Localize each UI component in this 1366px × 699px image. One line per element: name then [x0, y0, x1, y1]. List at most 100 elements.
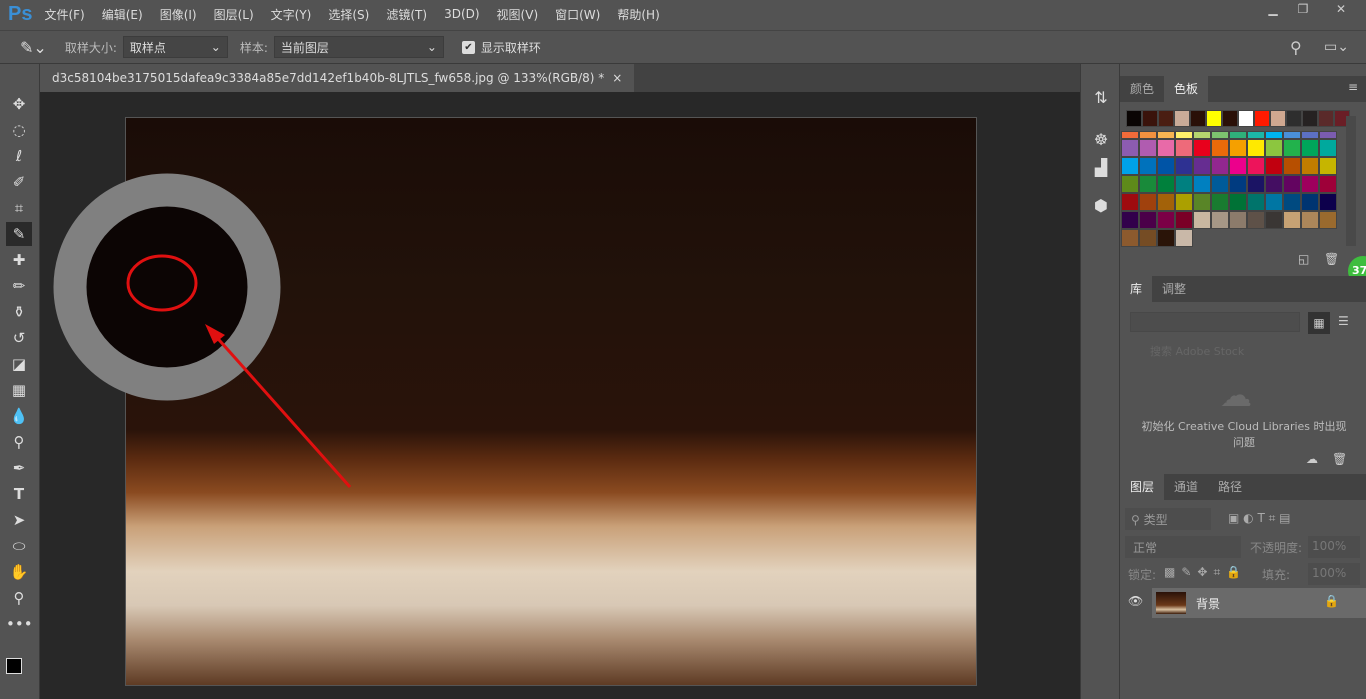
color-swatch[interactable]: [1283, 131, 1301, 139]
color-swatch[interactable]: [1229, 131, 1247, 139]
color-swatch[interactable]: [1193, 175, 1211, 193]
color-swatch[interactable]: [1265, 157, 1283, 175]
tab-paths[interactable]: 路径: [1208, 474, 1252, 500]
tab-adjustments[interactable]: 调整: [1152, 276, 1196, 302]
color-swatch[interactable]: [1270, 110, 1286, 127]
tab-swatches[interactable]: 色板: [1164, 76, 1209, 102]
color-swatch[interactable]: [1229, 139, 1247, 157]
lock-icons[interactable]: ▩✎✥⌗🔒: [1164, 565, 1247, 580]
color-swatch[interactable]: [1301, 139, 1319, 157]
color-swatch[interactable]: [1301, 157, 1319, 175]
gradient-tool-icon[interactable]: ▦: [6, 378, 32, 402]
color-swatch[interactable]: [1139, 175, 1157, 193]
color-swatch[interactable]: [1206, 110, 1222, 127]
color-swatch[interactable]: [1254, 110, 1270, 127]
close-window-icon[interactable]: ✕: [1330, 2, 1352, 18]
color-swatch[interactable]: [1319, 157, 1337, 175]
color-swatch[interactable]: [1283, 157, 1301, 175]
color-swatch[interactable]: [1265, 193, 1283, 211]
color-swatch[interactable]: [1301, 131, 1319, 139]
3d-icon[interactable]: ⬢: [1089, 194, 1113, 218]
delete-swatch-icon[interactable]: 🗑: [1324, 252, 1339, 266]
color-swatch[interactable]: [1175, 175, 1193, 193]
menu-layer[interactable]: 图层(L): [214, 6, 254, 23]
path-select-tool-icon[interactable]: ➤: [6, 508, 32, 532]
color-swatch[interactable]: [1238, 110, 1254, 127]
crop-tool-icon[interactable]: ⌗: [6, 196, 32, 220]
eyedropper-preset-icon[interactable]: ✎⌄: [20, 38, 47, 57]
blend-mode-select[interactable]: 正常: [1125, 536, 1241, 558]
color-swatch[interactable]: [1121, 175, 1139, 193]
list-view-icon[interactable]: ☰: [1338, 314, 1349, 328]
color-swatch[interactable]: [1283, 193, 1301, 211]
color-swatch[interactable]: [1175, 211, 1193, 229]
menu-filter[interactable]: 滤镜(T): [386, 6, 427, 23]
color-swatch[interactable]: [1247, 157, 1265, 175]
color-swatch[interactable]: [1193, 131, 1211, 139]
color-swatch[interactable]: [1157, 157, 1175, 175]
color-swatch[interactable]: [1157, 193, 1175, 211]
opacity-input[interactable]: 100%: [1308, 536, 1360, 558]
brush-tool-icon[interactable]: ✏: [6, 274, 32, 298]
minimize-icon[interactable]: ▁: [1262, 2, 1284, 18]
color-swatch[interactable]: [1265, 175, 1283, 193]
color-swatch[interactable]: [1126, 110, 1142, 127]
stock-search-input[interactable]: 搜索 Adobe Stock: [1150, 343, 1244, 359]
color-swatch[interactable]: [1193, 193, 1211, 211]
color-swatch[interactable]: [1121, 193, 1139, 211]
color-swatch[interactable]: [1247, 175, 1265, 193]
filter-pixel-icon[interactable]: ▣ ◐ T ⌗ ▤: [1228, 511, 1291, 526]
eyedropper-tool-icon[interactable]: ✎: [6, 222, 32, 246]
color-swatch[interactable]: [1229, 211, 1247, 229]
color-swatch[interactable]: [1222, 110, 1238, 127]
color-swatch[interactable]: [1175, 139, 1193, 157]
color-swatch[interactable]: [1121, 229, 1139, 247]
quick-select-tool-icon[interactable]: ✐: [6, 170, 32, 194]
color-swatch[interactable]: [1211, 193, 1229, 211]
history-brush-tool-icon[interactable]: ↺: [6, 326, 32, 350]
color-swatch[interactable]: [1139, 139, 1157, 157]
document-tab[interactable]: d3c58104be3175015dafea9c3384a85e7dd142ef…: [40, 64, 635, 92]
color-swatch[interactable]: [1157, 131, 1175, 139]
color-swatch[interactable]: [1229, 193, 1247, 211]
color-swatch[interactable]: [1283, 139, 1301, 157]
color-swatch[interactable]: [1193, 211, 1211, 229]
color-swatch[interactable]: [1139, 229, 1157, 247]
menu-select[interactable]: 选择(S): [328, 6, 369, 23]
workspace-icon[interactable]: ▭⌄: [1324, 39, 1349, 55]
color-swatch[interactable]: [1265, 211, 1283, 229]
hand-tool-icon[interactable]: ✋: [6, 560, 32, 584]
lasso-tool-icon[interactable]: ℓ: [6, 144, 32, 168]
color-swatch[interactable]: [1211, 211, 1229, 229]
sample-size-select[interactable]: 取样点 ⌄: [122, 36, 228, 58]
show-ring-checkbox[interactable]: ✔: [461, 40, 475, 54]
color-swatch[interactable]: [1265, 139, 1283, 157]
type-tool-icon[interactable]: T: [6, 482, 32, 506]
more-tools-icon[interactable]: •••: [6, 612, 33, 636]
tab-color[interactable]: 颜色: [1120, 76, 1164, 102]
color-swatch[interactable]: [1301, 175, 1319, 193]
color-swatch[interactable]: [1229, 175, 1247, 193]
menu-type[interactable]: 文字(Y): [271, 6, 312, 23]
color-swatch[interactable]: [1121, 157, 1139, 175]
dodge-tool-icon[interactable]: ⚲: [6, 430, 32, 454]
color-swatch[interactable]: [1175, 229, 1193, 247]
fill-input[interactable]: 100%: [1308, 563, 1360, 585]
ellipse-tool-icon[interactable]: ⬭: [6, 534, 32, 558]
color-swatch[interactable]: [1283, 175, 1301, 193]
color-swatch[interactable]: [1319, 175, 1337, 193]
delete-icon[interactable]: 🗑: [1332, 452, 1347, 466]
blur-tool-icon[interactable]: 💧: [6, 404, 32, 428]
color-swatch[interactable]: [1121, 131, 1139, 139]
color-swatch[interactable]: [1247, 211, 1265, 229]
library-select[interactable]: [1130, 312, 1300, 332]
zoom-tool-icon[interactable]: ⚲: [6, 586, 32, 610]
color-swatch[interactable]: [1121, 211, 1139, 229]
marquee-tool-icon[interactable]: ◌: [6, 118, 32, 142]
color-swatch[interactable]: [1302, 110, 1318, 127]
color-swatch[interactable]: [1247, 139, 1265, 157]
search-icon[interactable]: ⚲: [1290, 38, 1302, 57]
color-swatch[interactable]: [1319, 211, 1337, 229]
menu-3d[interactable]: 3D(D): [444, 7, 479, 21]
menu-image[interactable]: 图像(I): [160, 6, 197, 23]
